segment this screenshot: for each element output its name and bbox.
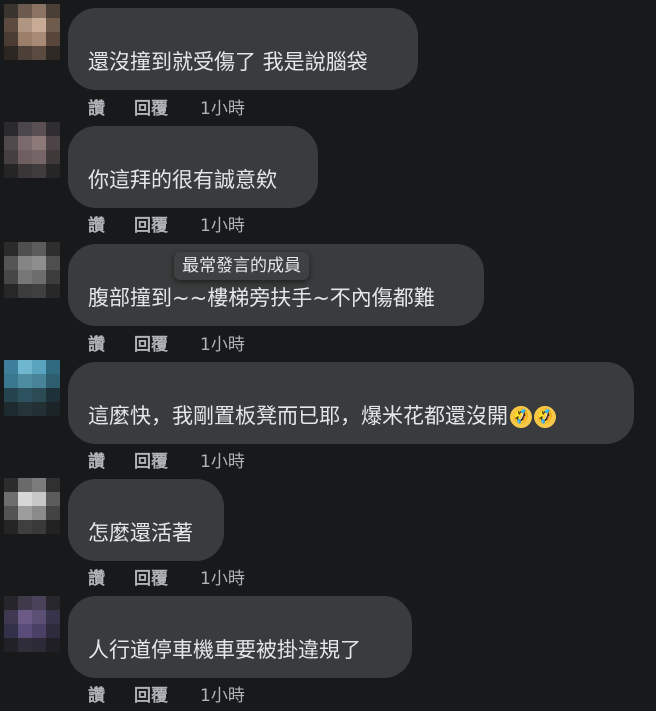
comment-timestamp[interactable]: 1小時 [200, 330, 245, 355]
top-contributor-tooltip: 最常發言的成員 [174, 252, 309, 280]
comment-body: 這麼快，我剛置板凳而已耶，爆米花都還沒開 [88, 404, 508, 428]
comment-timestamp[interactable]: 1小時 [200, 564, 245, 589]
rolling-laughing-emoji: 🤣 [506, 402, 536, 432]
reply-button[interactable]: 回覆 [134, 211, 168, 236]
reply-button[interactable]: 回覆 [134, 447, 168, 472]
reply-button[interactable]: 回覆 [134, 681, 168, 706]
comment-timestamp[interactable]: 1小時 [200, 681, 245, 706]
comment-bubble: 你這拜的很有誠意欸 [68, 126, 318, 208]
reply-button[interactable]: 回覆 [134, 94, 168, 119]
reply-button[interactable]: 回覆 [134, 564, 168, 589]
comment-text: 還沒撞到就受傷了 我是說腦袋 [88, 50, 368, 74]
comment-timestamp[interactable]: 1小時 [200, 211, 245, 236]
comment-text: 腹部撞到~~樓梯旁扶手~不內傷都難 [88, 286, 435, 310]
comment-feed: 還沒撞到就受傷了 我是說腦袋 讚 回覆 1小時 你這拜的很有誠意欸 讚 回覆 1… [0, 0, 656, 711]
comment-bubble: 這麼快，我剛置板凳而已耶，爆米花都還沒開 🤣 🤣 [68, 362, 634, 444]
comment-text: 怎麼還活著 [88, 521, 193, 545]
comment-text: 人行道停車機車要被掛違規了 [88, 638, 361, 662]
avatar[interactable] [4, 596, 60, 652]
rolling-laughing-emoji: 🤣 [530, 402, 560, 432]
avatar[interactable] [4, 242, 60, 298]
like-button[interactable]: 讚 [88, 330, 105, 355]
like-button[interactable]: 讚 [88, 681, 105, 706]
comment-bubble: 怎麼還活著 [68, 479, 224, 561]
comment-bubble: 人行道停車機車要被掛違規了 [68, 596, 412, 678]
like-button[interactable]: 讚 [88, 211, 105, 236]
comment-text: 你這拜的很有誠意欸 [88, 168, 277, 192]
avatar[interactable] [4, 478, 60, 534]
comment-timestamp[interactable]: 1小時 [200, 94, 245, 119]
reply-button[interactable]: 回覆 [134, 330, 168, 355]
avatar[interactable] [4, 4, 60, 60]
comment-text: 這麼快，我剛置板凳而已耶，爆米花都還沒開 🤣 🤣 [88, 402, 560, 432]
like-button[interactable]: 讚 [88, 447, 105, 472]
comment-bubble: 還沒撞到就受傷了 我是說腦袋 [68, 8, 418, 90]
avatar[interactable] [4, 122, 60, 178]
comment-timestamp[interactable]: 1小時 [200, 447, 245, 472]
avatar[interactable] [4, 360, 60, 416]
like-button[interactable]: 讚 [88, 564, 105, 589]
like-button[interactable]: 讚 [88, 94, 105, 119]
